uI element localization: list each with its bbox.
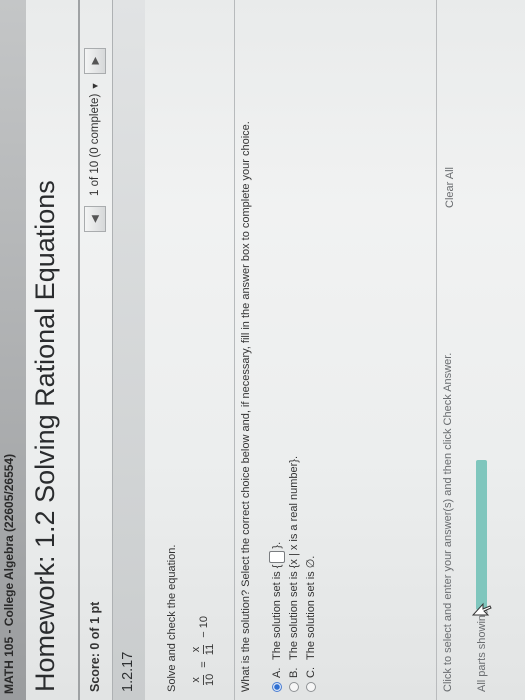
choice-text: The solution set is ∅. xyxy=(305,555,317,660)
fraction-denominator: 10 xyxy=(204,673,216,686)
triangle-right-icon: ▶ xyxy=(89,56,101,65)
choice-letter: C. xyxy=(304,667,317,678)
course-header-bar: MATH 105 - College Algebra (22605/26554) xyxy=(0,0,26,700)
divider xyxy=(234,0,235,700)
parts-progress-bar xyxy=(476,460,487,610)
question-section-bar: 1.2.17 xyxy=(112,0,145,700)
question-navigator: ◀ 1 of 10 (0 complete) ▼ ▶ xyxy=(84,47,106,232)
choice-a[interactable]: A. The solution set is { }. xyxy=(268,456,285,692)
instruction-text: Solve and check the equation. xyxy=(166,544,178,692)
clear-all-button[interactable]: Clear All xyxy=(444,167,456,208)
divider xyxy=(436,0,437,700)
fraction-rhs: x 11 xyxy=(190,644,217,655)
radio-button[interactable] xyxy=(305,682,316,692)
question-progress-dropdown[interactable]: 1 of 10 (0 complete) ▼ xyxy=(89,82,101,196)
homework-screen: MATH 105 - College Algebra (22605/26554)… xyxy=(0,0,525,700)
previous-question-button[interactable]: ◀ xyxy=(84,206,106,232)
radio-button[interactable] xyxy=(288,682,299,692)
fraction-numerator: x xyxy=(190,677,202,683)
equation: x 10 = x 11 − 10 xyxy=(190,613,217,686)
all-parts-showing-label: All parts showing xyxy=(476,608,488,692)
fraction-denominator: 11 xyxy=(204,643,216,656)
choice-text-end: }. xyxy=(270,541,283,549)
instructions-footer: Click to select and enter your answer(s)… xyxy=(442,352,454,692)
choice-text: The solution set is {x | x is a real num… xyxy=(287,455,300,660)
choice-c[interactable]: C. The solution set is ∅. xyxy=(302,456,319,692)
choice-text: The solution set is { xyxy=(270,564,283,660)
choice-b[interactable]: B. The solution set is {x | x is a real … xyxy=(285,456,302,692)
fraction-lhs: x 10 xyxy=(190,674,217,686)
equals-sign: = xyxy=(197,661,210,668)
question-number: 1.2.17 xyxy=(120,651,136,692)
next-question-button[interactable]: ▶ xyxy=(84,47,106,74)
score-label: Score: 0 of 1 pt xyxy=(88,601,102,692)
caret-down-icon: ▼ xyxy=(90,81,100,91)
divider xyxy=(78,0,80,700)
radio-button-selected[interactable] xyxy=(271,682,282,692)
answer-choices: A. The solution set is { }. B. The solut… xyxy=(268,456,319,692)
equation-tail: − 10 xyxy=(197,615,210,638)
fraction-numerator: x xyxy=(190,646,202,653)
course-title: MATH 105 - College Algebra (22605/26554) xyxy=(2,453,16,694)
question-text: What is the solution? Select the correct… xyxy=(240,121,252,692)
question-progress-label: 1 of 10 (0 complete) xyxy=(89,93,101,196)
mouse-pointer-icon xyxy=(472,602,492,616)
homework-title: Homework: 1.2 Solving Rational Equations xyxy=(30,180,60,692)
triangle-left-icon: ◀ xyxy=(89,215,101,223)
choice-letter: B. xyxy=(287,667,300,678)
choice-letter: A. xyxy=(270,667,283,678)
answer-input-box[interactable] xyxy=(268,550,285,563)
